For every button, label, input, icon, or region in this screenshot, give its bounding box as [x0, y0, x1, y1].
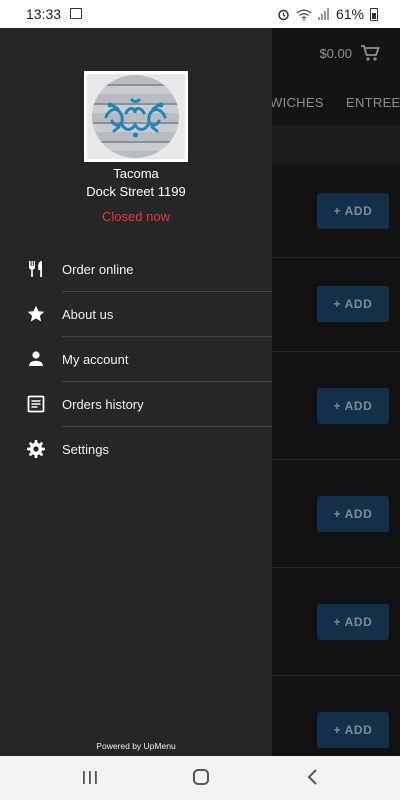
status-bar: 13:33 61%: [0, 0, 400, 28]
status-time: 13:33: [26, 6, 62, 22]
restaurant-logo: [84, 71, 188, 162]
drawer-item-my-account[interactable]: My account: [0, 337, 272, 382]
person-icon: [29, 351, 43, 366]
battery-icon: [370, 7, 378, 21]
navigation-drawer: Tacoma Dock Street 1199 Closed now Order…: [0, 28, 272, 756]
star-icon: [27, 305, 45, 322]
gallery-notification-icon: [70, 8, 82, 19]
gear-icon: [27, 440, 45, 458]
drawer-item-label: About us: [62, 307, 114, 322]
drawer-item-label: Order online: [62, 262, 134, 277]
fork-knife-icon: [29, 261, 42, 277]
drawer-item-settings[interactable]: Settings: [0, 427, 272, 472]
powered-by[interactable]: Powered by UpMenu: [0, 741, 272, 751]
signal-icon: [317, 8, 329, 20]
drawer-item-orders-history[interactable]: Orders history: [0, 382, 272, 427]
restaurant-name: Tacoma: [113, 166, 159, 181]
recents-icon[interactable]: [82, 771, 98, 784]
drawer-item-label: My account: [62, 352, 129, 367]
receipt-icon: [27, 395, 45, 413]
drawer-item-order-online[interactable]: Order online: [0, 247, 272, 292]
drawer-item-about-us[interactable]: About us: [0, 292, 272, 337]
status-icons: 61%: [277, 6, 378, 22]
drawer-menu: Order online About us My account Orders …: [0, 247, 272, 472]
restaurant-address: Dock Street 1199: [86, 184, 186, 199]
system-nav-bar: [0, 756, 400, 800]
home-icon[interactable]: [193, 769, 209, 785]
wifi-icon: [296, 8, 312, 20]
alarm-icon: [278, 9, 289, 20]
drawer-item-label: Settings: [62, 442, 109, 457]
back-icon[interactable]: [307, 769, 319, 785]
restaurant-status: Closed now: [102, 209, 170, 224]
drawer-item-label: Orders history: [62, 397, 144, 412]
battery-level: 61%: [335, 6, 364, 22]
